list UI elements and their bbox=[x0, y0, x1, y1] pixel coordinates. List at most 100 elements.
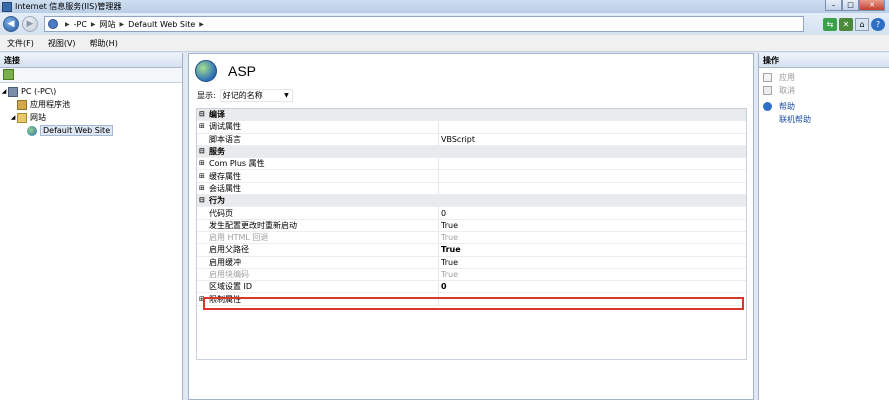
property-row[interactable]: 启用块编码 True bbox=[197, 268, 746, 282]
property-row[interactable]: ⊞ 会话属性 bbox=[197, 182, 746, 196]
property-row[interactable]: ⊞ Com Plus 属性 bbox=[197, 158, 746, 171]
property-row[interactable]: 区域设置 ID 0 bbox=[197, 281, 746, 294]
action-online-help-label: 联机帮助 bbox=[779, 115, 811, 124]
property-name-cell: ⊟ 编译 bbox=[197, 109, 439, 120]
property-value bbox=[439, 121, 746, 132]
property-name: 缓存属性 bbox=[209, 171, 241, 181]
property-name-cell: 区域设置 ID bbox=[197, 281, 439, 293]
apply-icon bbox=[763, 73, 772, 82]
home-icon[interactable]: ⌂ bbox=[855, 17, 869, 31]
breadcrumb-site[interactable]: Default Web Site bbox=[128, 20, 195, 29]
action-help[interactable]: 帮助 bbox=[759, 100, 889, 113]
tree-item-server[interactable]: ◢ PC (-PC\) bbox=[0, 85, 182, 98]
property-name: 发生配置更改时重新启动 bbox=[209, 220, 297, 230]
forward-button[interactable]: ▶ bbox=[22, 16, 38, 32]
property-name: 启用缓冲 bbox=[209, 257, 241, 267]
property-row[interactable]: 代码页 0 bbox=[197, 207, 746, 220]
property-value[interactable]: True bbox=[439, 257, 746, 268]
property-name: 脚本语言 bbox=[209, 134, 241, 144]
window-controls: – □ ✕ bbox=[825, 0, 885, 11]
property-row[interactable]: 发生配置更改时重新启动 True bbox=[197, 219, 746, 232]
stop-icon[interactable]: ✕ bbox=[839, 17, 853, 31]
tree-item-label: 网站 bbox=[30, 113, 46, 122]
property-row[interactable]: ⊞ 缓存属性 bbox=[197, 170, 746, 183]
property-value[interactable]: True bbox=[439, 269, 746, 280]
chevron-right-icon: ▶ bbox=[90, 20, 96, 28]
property-row[interactable]: 脚本语言 VBScript bbox=[197, 133, 746, 146]
refresh-icon[interactable]: ⇆ bbox=[823, 17, 837, 31]
property-value[interactable]: True bbox=[439, 232, 746, 243]
property-row[interactable]: ⊞ 调试属性 bbox=[197, 121, 746, 134]
chevron-down-icon: ▼ bbox=[284, 92, 289, 99]
connections-toolbar bbox=[0, 68, 182, 83]
property-name-cell: ⊞ 会话属性 bbox=[197, 182, 439, 195]
chevron-right-icon: ▶ bbox=[199, 20, 204, 28]
action-cancel[interactable]: 取消 bbox=[759, 84, 889, 97]
menu-file[interactable]: 文件(F) bbox=[7, 38, 34, 49]
tree-expander-icon[interactable]: ◢ bbox=[9, 114, 17, 121]
help-icon[interactable]: ? bbox=[871, 17, 885, 31]
expand-icon[interactable]: ⊞ bbox=[199, 171, 207, 182]
property-name: 服务 bbox=[209, 147, 225, 157]
menu-help[interactable]: 帮助(H) bbox=[90, 38, 118, 49]
minimize-icon[interactable]: – bbox=[825, 0, 842, 11]
property-value bbox=[439, 183, 746, 194]
collapse-icon[interactable]: ⊟ bbox=[199, 146, 207, 157]
property-row[interactable]: 启用父路径 True bbox=[197, 244, 746, 257]
property-name-cell: 启用块编码 bbox=[197, 268, 439, 281]
breadcrumb-server[interactable]: -PC bbox=[74, 20, 87, 29]
property-name: 行为 bbox=[209, 196, 225, 206]
asp-globe-icon bbox=[195, 60, 217, 82]
property-name: 调试属性 bbox=[209, 122, 241, 132]
address-bar[interactable]: ▶ -PC ▶ 网站 ▶ Default Web Site ▶ bbox=[44, 16, 804, 32]
tree-item-label: PC (-PC\) bbox=[21, 87, 57, 96]
title-bar: Internet 信息服务(IIS)管理器 – □ ✕ bbox=[0, 0, 889, 13]
category-row[interactable]: ⊟ 编译 bbox=[197, 109, 746, 122]
highlight-box bbox=[203, 297, 744, 310]
feature-header: ASP bbox=[189, 54, 753, 88]
window-title: Internet 信息服务(IIS)管理器 bbox=[15, 2, 122, 11]
property-value[interactable]: True bbox=[439, 220, 746, 231]
property-name: 代码页 bbox=[209, 208, 233, 218]
collapse-icon[interactable]: ⊟ bbox=[199, 195, 207, 206]
tree-item-app-pools[interactable]: 应用程序池 bbox=[0, 98, 182, 111]
chevron-right-icon: ▶ bbox=[65, 20, 70, 28]
display-row: 显示: 好记的名称 ▼ bbox=[197, 88, 753, 103]
expand-icon[interactable]: ⊞ bbox=[199, 183, 207, 194]
property-name: 启用父路径 bbox=[209, 245, 249, 255]
collapse-icon[interactable]: ⊟ bbox=[199, 109, 207, 120]
property-row[interactable]: 启用缓冲 True bbox=[197, 256, 746, 269]
property-value[interactable]: 0 bbox=[439, 207, 746, 218]
property-value[interactable]: 0 bbox=[439, 281, 746, 292]
category-row[interactable]: ⊟ 服务 bbox=[197, 145, 746, 159]
tree-item-sites[interactable]: ◢ 网站 bbox=[0, 111, 182, 124]
property-name-cell: ⊞ 调试属性 bbox=[197, 121, 439, 133]
action-online-help[interactable]: 联机帮助 bbox=[759, 113, 889, 126]
property-value[interactable]: True bbox=[439, 244, 746, 255]
property-name-cell: ⊟ 服务 bbox=[197, 146, 439, 157]
new-connection-icon[interactable] bbox=[3, 69, 14, 80]
tree-expander-icon[interactable]: ◢ bbox=[0, 88, 8, 95]
category-row[interactable]: ⊟ 行为 bbox=[197, 195, 746, 208]
display-select[interactable]: 好记的名称 ▼ bbox=[219, 89, 293, 102]
property-value bbox=[439, 170, 746, 181]
feature-title: ASP bbox=[228, 63, 257, 79]
property-name: 启用块编码 bbox=[209, 270, 249, 279]
tree-item-default-web-site[interactable]: Default Web Site bbox=[0, 124, 182, 137]
feature-panel: ASP 显示: 好记的名称 ▼ ⊟ 编译 ⊞ 调试属性 脚本语言 VBScript ⊟ 服务 ⊞… bbox=[188, 53, 754, 400]
expand-icon[interactable]: ⊞ bbox=[199, 121, 207, 132]
address-tools: ⇆ ✕ ⌂ ? bbox=[823, 17, 885, 31]
property-row[interactable]: 启用 HTML 回退 True bbox=[197, 231, 746, 245]
action-apply[interactable]: 应用 bbox=[759, 71, 889, 84]
property-value[interactable]: VBScript bbox=[439, 134, 746, 145]
actions-header: 操作 bbox=[759, 53, 889, 68]
breadcrumb-sites[interactable]: 网站 bbox=[100, 19, 116, 30]
property-name: 编译 bbox=[209, 110, 225, 120]
back-button[interactable]: ◀ bbox=[3, 16, 19, 32]
close-icon[interactable]: ✕ bbox=[859, 0, 885, 11]
menu-bar: 文件(F) 视图(V) 帮助(H) bbox=[0, 35, 889, 52]
expand-icon[interactable]: ⊞ bbox=[199, 158, 207, 169]
menu-view[interactable]: 视图(V) bbox=[48, 38, 76, 49]
property-value bbox=[439, 158, 746, 169]
maximize-icon[interactable]: □ bbox=[842, 0, 859, 11]
